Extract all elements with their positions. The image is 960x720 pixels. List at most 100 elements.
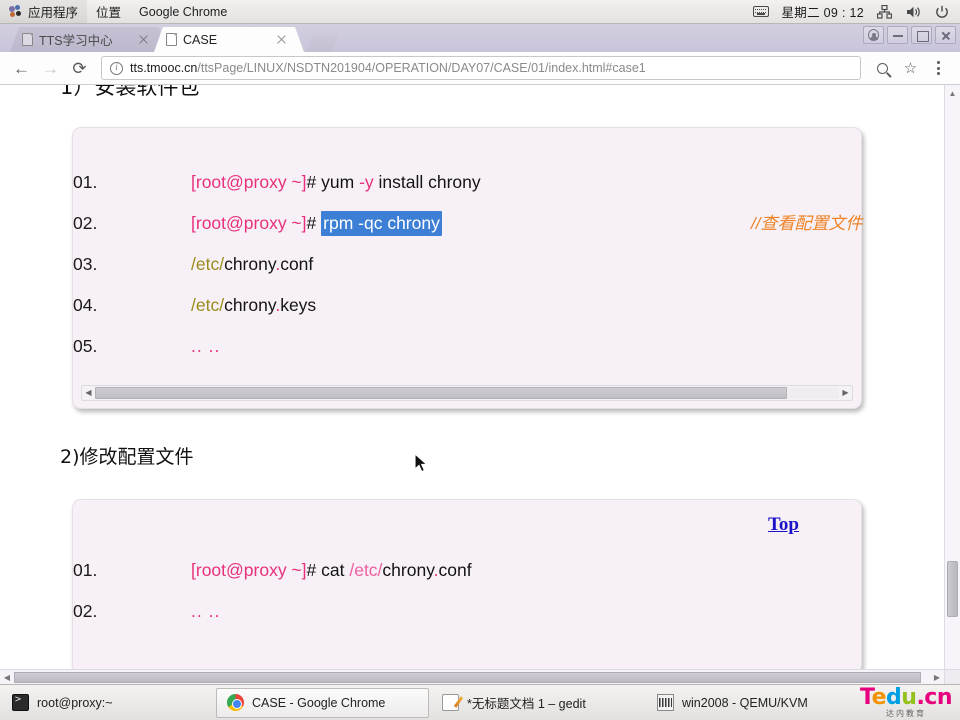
reload-button[interactable]: ⟳ bbox=[66, 55, 93, 82]
selected-text[interactable]: rpm -qc chrony bbox=[321, 211, 442, 237]
tedu-logo: Tedu.cn 达内教育 bbox=[860, 687, 956, 718]
section-heading-1: 1）安装软件包 bbox=[60, 85, 200, 99]
zoom-icon[interactable] bbox=[869, 55, 896, 82]
panel-tray: 星期二 09 : 12 bbox=[746, 0, 960, 23]
gnome-top-panel: 应用程序 位置 Google Chrome 星期二 09 : 12 bbox=[0, 0, 960, 24]
taskbar-item-terminal[interactable]: root@proxy:~ bbox=[1, 688, 214, 718]
gedit-icon bbox=[442, 694, 459, 711]
tab-strip: TTS学习中心 CASE bbox=[0, 24, 960, 52]
code-line[interactable]: .. .. bbox=[191, 326, 861, 367]
desktop-taskbar: root@proxy:~ CASE - Google Chrome *无标题文档… bbox=[0, 684, 960, 720]
toolbar-actions: ☆ bbox=[869, 55, 952, 82]
taskbar-item-gedit[interactable]: *无标题文档 1 – gedit bbox=[431, 688, 644, 718]
qemu-icon bbox=[657, 694, 674, 711]
tab-label: CASE bbox=[183, 32, 218, 47]
code-line[interactable]: [root@proxy ~]# rpm -qc chrony//查看配置文件 bbox=[191, 203, 863, 244]
code-line[interactable]: [root@proxy ~]# cat /etc/chrony.conf bbox=[191, 550, 861, 591]
code-horizontal-scrollbar[interactable]: ◀ ▶ bbox=[81, 385, 853, 402]
ellipsis-text: .. .. bbox=[191, 336, 221, 357]
applications-menu-label: 应用程序 bbox=[28, 6, 79, 20]
code-line[interactable]: .. .. bbox=[191, 591, 861, 632]
code-line[interactable]: /etc/chrony.conf bbox=[191, 244, 861, 285]
back-button[interactable]: ← bbox=[8, 55, 35, 82]
scrollbar-corner bbox=[944, 669, 960, 684]
horizontal-scrollbar-thumb[interactable] bbox=[14, 671, 921, 683]
line-number: 02. bbox=[73, 600, 98, 621]
page-icon bbox=[22, 33, 33, 46]
line-number: 02. bbox=[73, 213, 98, 234]
minimize-button[interactable] bbox=[887, 26, 908, 44]
line-number: 04. bbox=[73, 295, 98, 316]
line-number: 01. bbox=[73, 559, 98, 580]
logo-letter-t: T bbox=[860, 685, 872, 710]
gnome-foot-icon bbox=[9, 5, 22, 18]
page-vertical-scrollbar[interactable]: ▲ ▼ bbox=[944, 85, 960, 684]
code-line[interactable]: /etc/chrony.keys bbox=[191, 285, 861, 326]
tab-tts-learning-center[interactable]: TTS学习中心 bbox=[10, 27, 160, 52]
tab-label: TTS学习中心 bbox=[39, 34, 113, 48]
network-icon[interactable] bbox=[870, 0, 899, 23]
logo-letter-e: e bbox=[871, 685, 887, 710]
logo-letter-d: d bbox=[886, 685, 902, 710]
code-line[interactable]: [root@proxy ~]# yum -y install chrony bbox=[191, 162, 861, 203]
three-dot-menu-icon[interactable] bbox=[925, 55, 952, 82]
taskbar-item-chrome[interactable]: CASE - Google Chrome bbox=[216, 687, 429, 718]
network-icon-svg bbox=[877, 4, 892, 19]
logo-tld: .cn bbox=[916, 685, 952, 710]
vertical-scrollbar-thumb[interactable] bbox=[947, 561, 958, 617]
section-heading-2: 2)修改配置文件 bbox=[60, 446, 194, 469]
address-bar[interactable]: tts.tmooc.cn/ttsPage/LINUX/NSDTN201904/O… bbox=[101, 56, 861, 80]
site-info-icon[interactable] bbox=[110, 61, 123, 75]
volume-icon[interactable] bbox=[899, 0, 928, 23]
code-row: 04. /etc/chrony.keys bbox=[73, 285, 861, 326]
browser-toolbar: ← → ⟳ tts.tmooc.cn/ttsPage/LINUX/NSDTN20… bbox=[0, 52, 960, 85]
scroll-left-arrow-icon[interactable]: ◀ bbox=[0, 673, 14, 682]
code-block-edit-config: Top 01. [root@proxy ~]# cat /etc/chrony.… bbox=[72, 498, 862, 674]
profile-avatar-icon[interactable] bbox=[863, 26, 884, 44]
scroll-right-arrow-icon[interactable]: ▶ bbox=[930, 673, 944, 682]
page-horizontal-scrollbar[interactable]: ◀ ▶ bbox=[0, 669, 944, 684]
code-line[interactable] bbox=[191, 632, 861, 673]
scroll-left-arrow-icon[interactable]: ◀ bbox=[82, 389, 95, 397]
tab-close-icon[interactable] bbox=[275, 33, 288, 46]
panel-menus: 应用程序 位置 Google Chrome bbox=[0, 0, 236, 23]
scrollbar-track[interactable] bbox=[95, 387, 839, 400]
forward-button[interactable]: → bbox=[37, 55, 64, 82]
code-comment: //查看配置文件 bbox=[751, 214, 863, 234]
top-link[interactable]: Top bbox=[768, 514, 799, 536]
horizontal-scrollbar-track[interactable] bbox=[14, 671, 930, 683]
tab-close-icon[interactable] bbox=[137, 33, 150, 46]
power-icon[interactable] bbox=[928, 0, 956, 23]
keyboard-icon[interactable] bbox=[746, 0, 776, 23]
taskbar-item-label: CASE - Google Chrome bbox=[252, 695, 386, 710]
scroll-right-arrow-icon[interactable]: ▶ bbox=[839, 389, 852, 397]
chrome-icon bbox=[227, 694, 244, 711]
terminal-icon bbox=[12, 694, 29, 711]
code-table: 01. [root@proxy ~]# yum -y install chron… bbox=[73, 162, 863, 367]
tab-case[interactable]: CASE bbox=[154, 27, 304, 52]
close-button[interactable] bbox=[935, 26, 956, 44]
places-menu[interactable]: 位置 bbox=[87, 0, 130, 23]
scrollbar-thumb[interactable] bbox=[95, 387, 787, 400]
code-row: 02. [root@proxy ~]# rpm -qc chrony//查看配置… bbox=[73, 203, 863, 244]
code-row: 05. .. .. bbox=[73, 326, 861, 367]
page-content: 1）安装软件包 01. [root@proxy ~]# yum -y insta… bbox=[0, 85, 944, 684]
tedu-logo-subtitle: 达内教育 bbox=[886, 709, 926, 718]
logo-letter-u: u bbox=[901, 685, 917, 710]
taskbar-item-label: *无标题文档 1 – gedit bbox=[467, 697, 586, 711]
scroll-up-arrow-icon[interactable]: ▲ bbox=[945, 85, 960, 101]
address-bar-url: tts.tmooc.cn/ttsPage/LINUX/NSDTN201904/O… bbox=[130, 61, 646, 75]
line-number: 03. bbox=[73, 254, 98, 275]
taskbar-item-qemu[interactable]: win2008 - QEMU/KVM bbox=[646, 688, 859, 718]
taskbar-item-label: root@proxy:~ bbox=[37, 695, 113, 710]
star-icon[interactable]: ☆ bbox=[897, 55, 924, 82]
line-number: 01. bbox=[73, 172, 98, 193]
chrome-browser-window: TTS学习中心 CASE ← → ⟳ tts.tmooc.cn/ttsPage/… bbox=[0, 24, 960, 684]
places-menu-label: 位置 bbox=[96, 6, 122, 20]
maximize-button[interactable] bbox=[911, 26, 932, 44]
ellipsis-text: .. .. bbox=[191, 600, 221, 621]
panel-clock[interactable]: 星期二 09 : 12 bbox=[776, 2, 871, 21]
applications-menu[interactable]: 应用程序 bbox=[0, 0, 88, 23]
chrome-window-menu[interactable]: Google Chrome bbox=[130, 0, 236, 23]
new-tab-button[interactable] bbox=[306, 33, 340, 52]
